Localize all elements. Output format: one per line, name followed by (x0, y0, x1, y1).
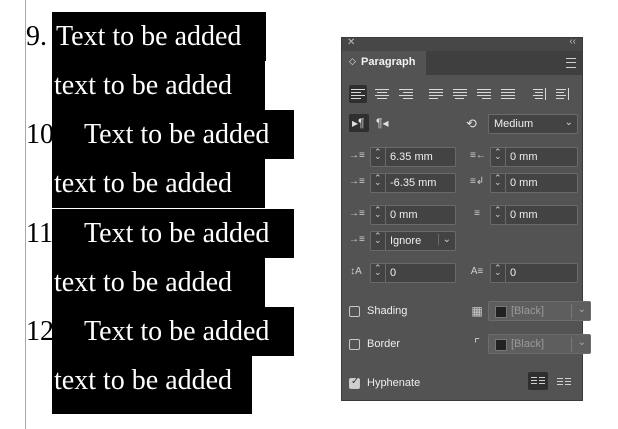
space-before-field[interactable]: 0 mm (370, 205, 456, 225)
border-color-select[interactable]: [Black] ⌄ (488, 334, 591, 354)
drop-cap-lines-field[interactable]: 0 (370, 263, 456, 283)
panel-titlebar: ✕ ‹‹ (342, 36, 582, 51)
list-item-text[interactable]: Text to be added (84, 307, 269, 356)
composer-icon: ⟲ (466, 116, 477, 131)
justify-all-button[interactable] (499, 85, 517, 103)
panel-menu-icon[interactable] (566, 58, 576, 68)
left-indent-icon: →≡ (349, 150, 365, 161)
list-item-text[interactable]: Text to be added (84, 209, 269, 258)
first-line-indent-field[interactable]: -6.35 mm (370, 173, 456, 193)
justify-center-button[interactable] (451, 85, 469, 103)
composer-value: Medium (494, 118, 534, 130)
paragraph-panel: ✕ ‹‹ ◇ Paragraph ▸¶ ¶◂ ⟲ Medium ⌄ →≡ ⌃ ⌄… (341, 36, 591, 401)
shading-settings-icon[interactable]: ▦ (470, 304, 484, 318)
border-checkbox[interactable] (349, 339, 360, 350)
do-not-align-to-baseline-button[interactable] (528, 372, 548, 390)
right-indent-icon: ≡← (470, 150, 486, 161)
align-towards-spine-button[interactable] (529, 85, 547, 103)
list-item-text[interactable]: text to be added (54, 356, 232, 405)
align-right-button[interactable] (397, 85, 415, 103)
list-item-text[interactable]: Text to be added (84, 110, 269, 159)
composer-select[interactable]: Medium ⌄ (488, 114, 578, 134)
first-line-indent-icon: →≡ (349, 176, 365, 187)
ltr-direction-button[interactable]: ▸¶ (349, 114, 369, 132)
shading-label: Shading (367, 305, 408, 317)
list-item-text[interactable]: Text to be added (56, 12, 241, 61)
last-line-indent-icon: ≡↲ (470, 176, 485, 187)
drop-cap-lines-icon: ↕A (350, 266, 362, 277)
right-indent-field[interactable]: 0 mm (490, 147, 578, 167)
border-label: Border (367, 338, 401, 350)
chevron-down-icon: ⌄ (437, 234, 451, 245)
align-center-button[interactable] (373, 85, 391, 103)
left-indent-field[interactable]: 6.35 mm (370, 147, 456, 167)
drop-cap-chars-icon: A≡ (470, 266, 484, 277)
panel-tab-row: ◇ Paragraph (342, 51, 582, 75)
shading-color-select[interactable]: [Black] ⌄ (488, 301, 591, 321)
collapse-icon[interactable]: ‹‹ (569, 36, 576, 47)
list-item-text[interactable]: text to be added (54, 159, 232, 208)
expand-toggle-icon[interactable]: ◇ (349, 56, 356, 67)
rtl-direction-button[interactable]: ¶◂ (373, 114, 393, 132)
list-item-text[interactable]: text to be added (54, 258, 232, 307)
close-icon[interactable]: ✕ (347, 37, 355, 48)
space-after-field[interactable]: 0 mm (490, 205, 578, 225)
align-to-grid-select[interactable]: Ignore ⌄ (370, 231, 456, 251)
list-item-text[interactable]: text to be added (54, 61, 232, 110)
shading-checkbox[interactable] (349, 306, 360, 317)
border-settings-icon[interactable]: ⌜ (470, 337, 484, 351)
hyphenate-checkbox[interactable] (349, 376, 360, 389)
space-after-icon: ≡ (474, 208, 480, 219)
chevron-down-icon: ⌄ (564, 117, 573, 128)
list-number: 9. (26, 21, 47, 52)
align-to-grid-icon: →≡ (349, 234, 365, 245)
drop-cap-chars-field[interactable]: 0 (490, 263, 578, 283)
align-away-from-spine-button[interactable] (553, 85, 571, 103)
hyphenate-label: Hyphenate (367, 377, 421, 389)
align-to-baseline-button[interactable] (554, 372, 574, 390)
align-left-button[interactable] (349, 85, 367, 103)
justify-right-button[interactable] (475, 85, 493, 103)
justify-left-button[interactable] (427, 85, 445, 103)
last-line-right-indent-field[interactable]: 0 mm (490, 173, 578, 193)
panel-title: Paragraph (361, 56, 416, 68)
tab-paragraph[interactable]: ◇ Paragraph (342, 51, 426, 75)
space-before-icon: →≡ (349, 208, 365, 219)
